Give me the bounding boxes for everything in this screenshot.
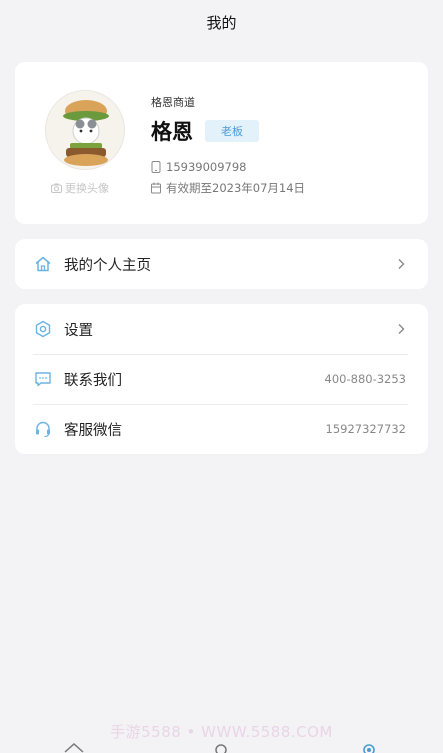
tab-bar <box>0 739 443 753</box>
headset-icon <box>33 419 53 439</box>
homepage-label: 我的个人主页 <box>64 257 151 274</box>
home-icon <box>33 254 53 274</box>
wechat-id: 15927327732 <box>325 422 406 436</box>
tab-discover[interactable] <box>209 739 233 753</box>
expiry-date: 有效期至2023年07月14日 <box>166 181 306 195</box>
contact-label: 联系我们 <box>64 372 122 389</box>
menu-item-contact[interactable]: 联系我们 400-880-3253 <box>15 354 428 404</box>
chevron-right-icon <box>396 257 406 271</box>
home-tab-icon <box>64 742 84 753</box>
phone-number: 15939009798 <box>166 160 247 174</box>
message-icon <box>33 369 53 389</box>
avatar[interactable] <box>45 90 125 170</box>
shop-name: 格恩商道 <box>151 96 195 109</box>
expiry-line: 有效期至2023年07月14日 <box>151 180 305 196</box>
page-title: 我的 <box>206 13 237 32</box>
phone-line: 15939009798 <box>151 160 246 174</box>
page-header: 我的 <box>0 0 443 44</box>
tab-home[interactable] <box>62 739 86 753</box>
settings-icon <box>33 319 53 339</box>
user-name: 格恩 <box>151 120 193 144</box>
calendar-icon <box>151 182 161 194</box>
homepage-card: 我的个人主页 <box>15 239 428 289</box>
change-avatar-label: 更换头像 <box>65 182 109 195</box>
menu-item-homepage[interactable]: 我的个人主页 <box>15 239 428 289</box>
user-tab-icon <box>363 744 375 753</box>
circle-tab-icon <box>215 744 228 753</box>
camera-icon <box>51 183 62 193</box>
user-row: 格恩 老板 <box>151 116 259 146</box>
contact-phone: 400-880-3253 <box>324 372 406 386</box>
avatar-image <box>46 91 124 169</box>
tab-mine[interactable] <box>357 739 381 753</box>
profile-card: 更换头像 格恩商道 格恩 老板 15939009798 有效期至2023年07月… <box>15 62 428 224</box>
menu-item-wechat[interactable]: 客服微信 15927327732 <box>15 404 428 454</box>
menu-item-settings[interactable]: 设置 <box>15 304 428 354</box>
chevron-right-icon <box>396 322 406 336</box>
phone-icon <box>151 161 161 173</box>
wechat-label: 客服微信 <box>64 422 122 439</box>
settings-label: 设置 <box>64 322 93 339</box>
role-badge: 老板 <box>205 120 259 142</box>
change-avatar-button[interactable]: 更换头像 <box>51 180 109 196</box>
settings-card: 设置 联系我们 400-880-3253 客服微信 15927327732 <box>15 304 428 454</box>
